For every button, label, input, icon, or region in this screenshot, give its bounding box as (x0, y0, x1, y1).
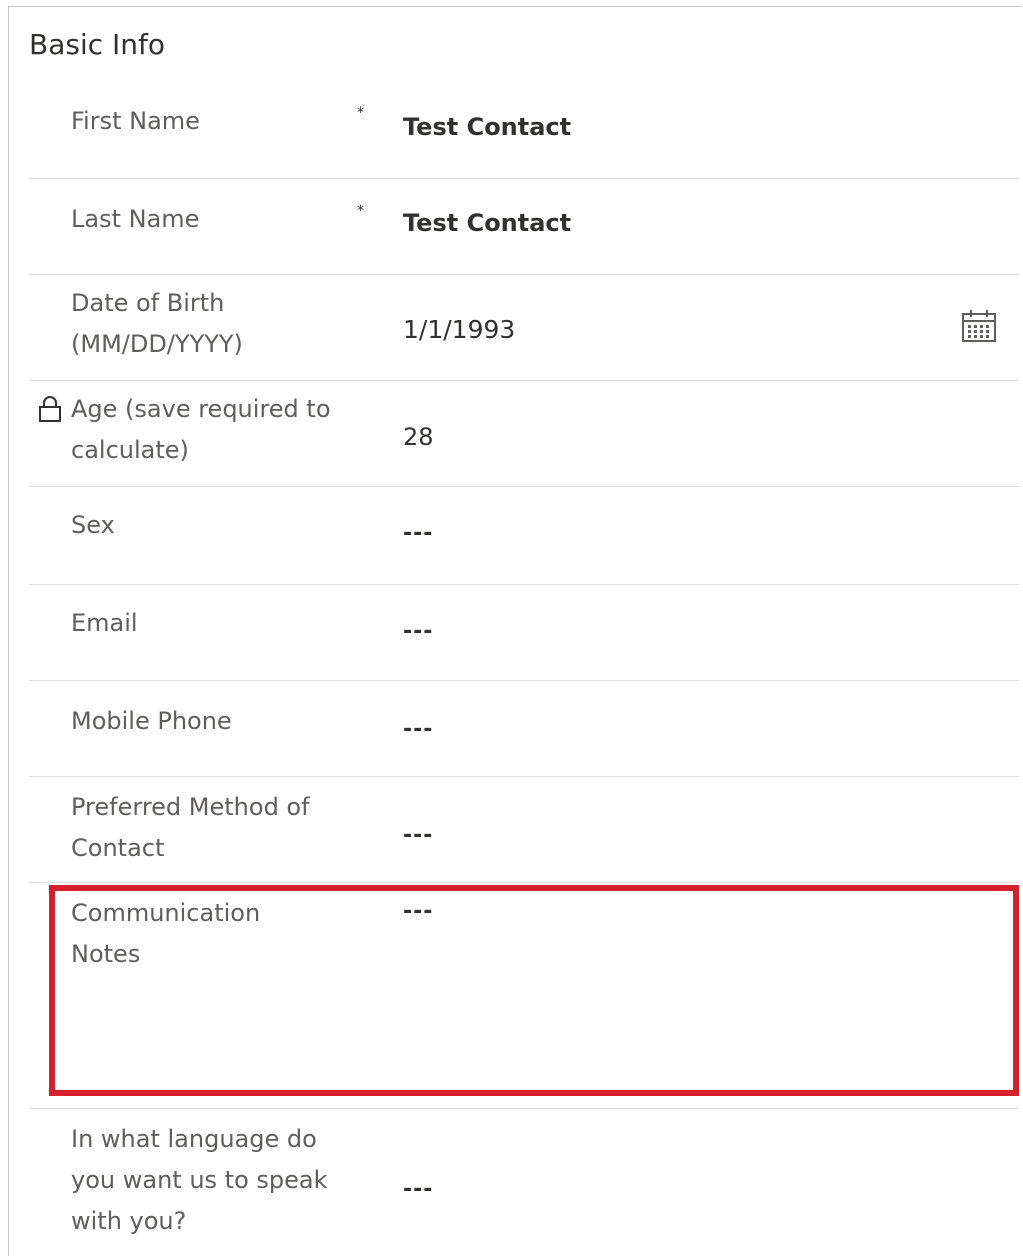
mobile-phone-input[interactable]: --- (403, 709, 433, 750)
field-label-communication-notes: Communication Notes (71, 893, 361, 975)
label-line: Date of Birth (71, 289, 225, 317)
sex-select[interactable]: --- (403, 513, 433, 554)
field-label-language: In what language do you want us to speak… (71, 1119, 361, 1242)
date-of-birth-input[interactable]: 1/1/1993 (403, 309, 515, 350)
required-marker: * (357, 105, 364, 121)
label-line: Age (save required to (71, 395, 331, 423)
age-value: 28 (403, 423, 434, 451)
field-label-preferred-contact: Preferred Method of Contact (71, 787, 361, 869)
lock-icon (39, 396, 61, 422)
label-line: In what language do (71, 1125, 317, 1153)
field-row-last-name: Last Name * Test Contact (29, 179, 1019, 275)
field-label-date-of-birth: Date of Birth (MM/DD/YYYY) (71, 283, 361, 365)
last-name-input[interactable]: Test Contact (403, 203, 571, 244)
field-row-date-of-birth: Date of Birth (MM/DD/YYYY) 1/1/1993 (29, 275, 1019, 381)
field-row-first-name: First Name * Test Contact (29, 87, 1019, 179)
field-row-age: Age (save required to calculate) 28 (29, 381, 1019, 487)
field-row-communication-notes: Communication Notes --- (29, 883, 1019, 1109)
first-name-input[interactable]: Test Contact (403, 107, 571, 148)
label-line: Communication (71, 899, 261, 927)
field-row-email: Email --- (29, 585, 1019, 681)
preferred-contact-select[interactable]: --- (403, 815, 433, 856)
label-line: you want us to speak (71, 1166, 328, 1194)
label-line: with you? (71, 1207, 187, 1235)
email-input[interactable]: --- (403, 611, 433, 652)
field-label-email: Email (71, 609, 138, 637)
field-label-last-name: Last Name (71, 205, 200, 233)
label-line: (MM/DD/YYYY) (71, 330, 243, 358)
field-row-preferred-contact: Preferred Method of Contact --- (29, 777, 1019, 883)
field-label-sex: Sex (71, 511, 115, 539)
field-row-sex: Sex --- (29, 487, 1019, 585)
language-select[interactable]: --- (403, 1169, 433, 1210)
field-label-age: Age (save required to calculate) (71, 389, 361, 471)
field-label-mobile-phone: Mobile Phone (71, 707, 232, 735)
required-marker: * (357, 203, 364, 219)
label-line: Preferred Method of (71, 793, 310, 821)
communication-notes-textarea[interactable]: --- (403, 891, 433, 932)
field-label-first-name: First Name (71, 107, 200, 135)
field-row-language: In what language do you want us to speak… (29, 1109, 1019, 1254)
section-title: Basic Info (29, 28, 166, 61)
field-row-mobile-phone: Mobile Phone --- (29, 681, 1019, 777)
calendar-icon[interactable] (961, 309, 997, 343)
label-line: Contact (71, 834, 165, 862)
basic-info-panel: Basic Info First Name * Test Contact Las… (8, 6, 1022, 1256)
label-line: calculate) (71, 436, 189, 464)
label-line: Notes (71, 940, 141, 968)
